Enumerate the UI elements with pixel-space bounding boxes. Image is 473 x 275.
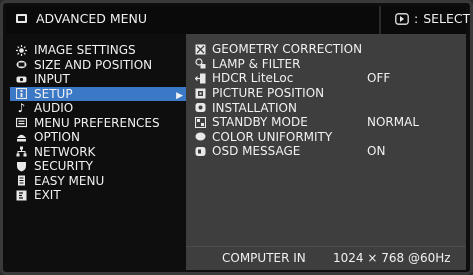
menu-icon bbox=[16, 13, 27, 24]
menu-item-label: IMAGE SETTINGS bbox=[34, 43, 136, 58]
submenu-item-geometry-correction[interactable]: GEOMETRY CORRECTION bbox=[195, 42, 463, 57]
submenu-item-color-uniformity[interactable]: COLOR UNIFORMITY bbox=[195, 130, 463, 145]
signal-resolution: 1024 × 768 @60Hz bbox=[333, 251, 451, 265]
menu-item-network[interactable]: NETWORK bbox=[16, 145, 186, 160]
menu-item-label: AUDIO bbox=[34, 101, 74, 116]
select-label: SELECT bbox=[423, 11, 471, 26]
input-source: COMPUTER IN bbox=[222, 251, 306, 265]
submenu-item-value: NORMAL bbox=[367, 114, 420, 129]
setup-icon bbox=[16, 88, 27, 100]
exit-icon bbox=[16, 190, 27, 201]
select-colon: : bbox=[414, 11, 419, 26]
setup-submenu-list: GEOMETRY CORRECTION LAMP & FILTER HDCR L… bbox=[195, 42, 463, 159]
security-icon bbox=[16, 161, 27, 172]
geometry-icon bbox=[195, 44, 206, 55]
lamp-icon bbox=[195, 58, 206, 69]
submenu-item-value: OFF bbox=[367, 71, 391, 86]
menu-title: ADVANCED MENU bbox=[16, 11, 147, 26]
submenu-item-picture-position[interactable]: PICTURE POSITION bbox=[195, 86, 463, 101]
input-status-footer: COMPUTER IN 1024 × 768 @60Hz bbox=[186, 246, 466, 270]
menu-item-label: EXIT bbox=[34, 188, 61, 203]
submenu-item-lamp-filter[interactable]: LAMP & FILTER bbox=[195, 57, 463, 72]
submenu-item-standby-mode[interactable]: STANDBY MODE NORMAL bbox=[195, 115, 463, 130]
menu-item-setup[interactable]: SETUP ▶ bbox=[10, 86, 186, 101]
menu-item-easy-menu[interactable]: EASY MENU bbox=[16, 174, 186, 189]
setup-submenu-panel: GEOMETRY CORRECTION LAMP & FILTER HDCR L… bbox=[186, 34, 466, 270]
network-icon bbox=[16, 146, 27, 157]
input-icon bbox=[16, 74, 27, 85]
option-icon bbox=[16, 132, 27, 143]
select-hint: : SELECT bbox=[395, 11, 470, 26]
standby-icon bbox=[195, 116, 206, 128]
menu-item-label: MENU PREFERENCES bbox=[34, 115, 160, 130]
submenu-item-label: HDCR LiteLoc bbox=[212, 71, 294, 86]
submenu-item-installation[interactable]: INSTALLATION bbox=[195, 100, 463, 115]
submenu-item-label: PICTURE POSITION bbox=[212, 86, 325, 101]
color-uniformity-icon bbox=[195, 131, 206, 142]
menu-header: ADVANCED MENU : SELECT bbox=[6, 6, 470, 34]
menu-item-image-settings[interactable]: IMAGE SETTINGS bbox=[16, 43, 186, 58]
audio-icon: ♪ bbox=[17, 101, 26, 116]
image-settings-icon bbox=[16, 44, 27, 56]
menu-item-label: OPTION bbox=[34, 130, 80, 145]
menu-item-label: SIZE AND POSITION bbox=[34, 57, 153, 72]
menu-item-security[interactable]: SECURITY bbox=[16, 159, 186, 174]
menu-item-menu-preferences[interactable]: MENU PREFERENCES bbox=[16, 116, 186, 131]
hdcr-icon bbox=[195, 73, 206, 84]
projector-osd-menu: ADVANCED MENU : SELECT IMAGE SETTINGS SI… bbox=[0, 0, 473, 275]
main-menu: IMAGE SETTINGS SIZE AND POSITION INPUT S… bbox=[10, 43, 186, 203]
menu-item-label: SECURITY bbox=[34, 159, 93, 174]
easy-menu-icon bbox=[16, 175, 27, 186]
submenu-item-label: OSD MESSAGE bbox=[212, 144, 301, 159]
menu-item-label: NETWORK bbox=[34, 144, 96, 159]
menu-item-label: INPUT bbox=[34, 72, 70, 87]
select-key-icon bbox=[395, 12, 409, 25]
submenu-item-hdcr-liteloc[interactable]: HDCR LiteLoc OFF bbox=[195, 71, 463, 86]
menu-item-exit[interactable]: EXIT bbox=[16, 188, 186, 203]
footer-divider bbox=[186, 246, 466, 247]
menu-item-size-and-position[interactable]: SIZE AND POSITION bbox=[16, 58, 186, 73]
submenu-item-label: LAMP & FILTER bbox=[212, 56, 301, 71]
menu-item-audio[interactable]: ♪ AUDIO bbox=[16, 101, 186, 116]
size-position-icon bbox=[16, 59, 27, 70]
menu-item-label: EASY MENU bbox=[34, 173, 105, 188]
menu-title-text: ADVANCED MENU bbox=[36, 11, 148, 26]
menu-item-input[interactable]: INPUT bbox=[16, 72, 186, 87]
header-divider bbox=[379, 6, 381, 34]
submenu-item-osd-message[interactable]: OSD MESSAGE ON bbox=[195, 144, 463, 159]
submenu-item-label: INSTALLATION bbox=[212, 100, 297, 115]
installation-icon bbox=[195, 102, 206, 113]
submenu-item-label: GEOMETRY CORRECTION bbox=[212, 42, 363, 57]
submenu-item-value: ON bbox=[367, 144, 386, 159]
picture-position-icon bbox=[195, 88, 206, 99]
menu-item-label: SETUP bbox=[34, 86, 73, 101]
osd-message-icon bbox=[195, 146, 206, 157]
submenu-item-label: COLOR UNIFORMITY bbox=[212, 129, 333, 144]
menu-preferences-icon bbox=[16, 117, 27, 128]
menu-item-option[interactable]: OPTION bbox=[16, 130, 186, 145]
submenu-item-label: STANDBY MODE bbox=[212, 115, 308, 130]
